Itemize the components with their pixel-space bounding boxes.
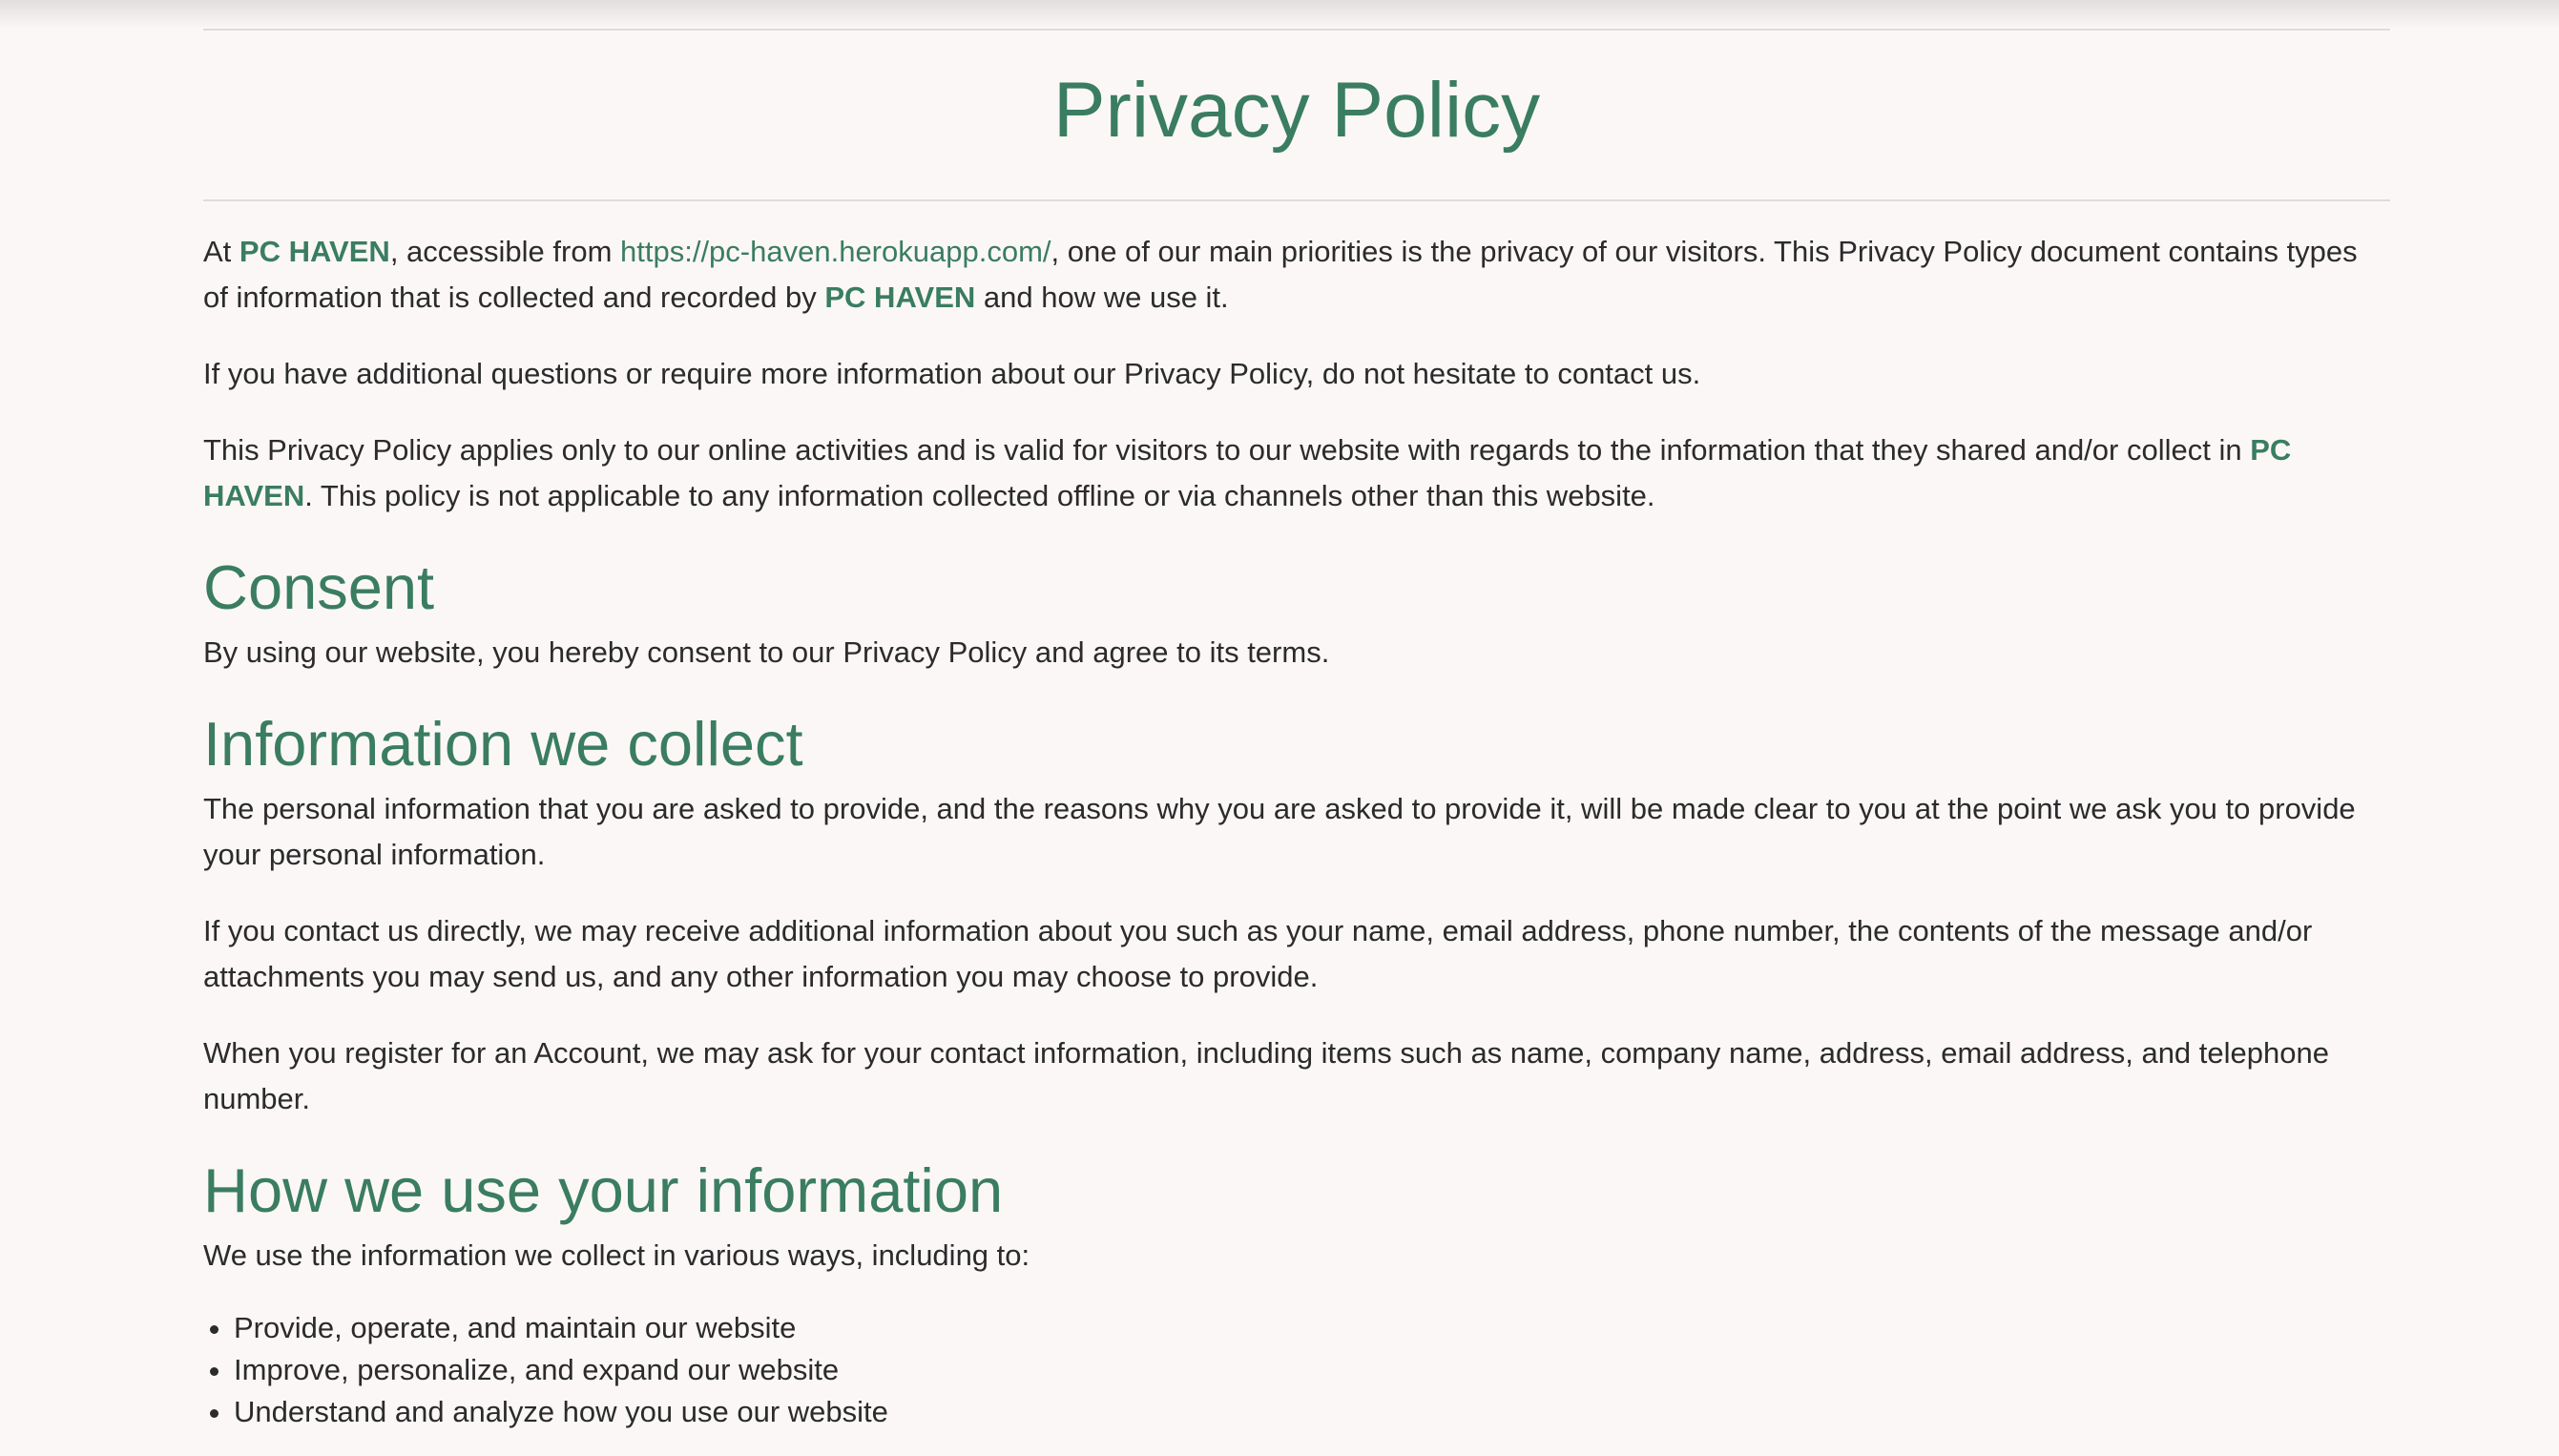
policy-content: At PC HAVEN, accessible from https://pc-… [203,229,2390,1435]
collect-paragraph-3: When you register for an Account, we may… [203,1036,2329,1115]
use-paragraph: We use the information we collect in var… [203,1238,1030,1272]
consent-paragraph: By using our website, you hereby consent… [203,635,1330,669]
top-bar-shadow [0,0,2559,29]
site-url-link[interactable]: https://pc-haven.herokuapp.com/ [620,235,1051,268]
divider-bottom [203,199,2390,201]
intro-text: , accessible from [389,235,621,268]
intro-paragraph-3: This Privacy Policy applies only to our … [203,427,2390,519]
brand-name: PC HAVEN [824,281,976,314]
heading-consent: Consent [203,552,435,622]
list-item: Understand and analyze how you use our w… [234,1393,2390,1431]
list-item: Provide, operate, and maintain our websi… [234,1309,2390,1347]
collect-paragraph-1: The personal information that you are as… [203,792,2356,871]
collect-paragraph-2: If you contact us directly, we may recei… [203,914,2313,993]
intro-paragraph-1: At PC HAVEN, accessible from https://pc-… [203,229,2390,321]
divider-top [203,29,2390,31]
heading-how-we-use: How we use your information [203,1155,1004,1225]
page-title: Privacy Policy [1052,67,1541,154]
brand-name: PC HAVEN [239,235,390,268]
heading-information-we-collect: Information we collect [203,709,803,779]
brand-name-part: HAVEN [203,479,305,512]
list-item: Improve, personalize, and expand our web… [234,1351,2390,1389]
intro-text: and how we use it. [975,281,1229,314]
brand-name-part: PC [2250,433,2292,467]
intro-text: At [203,235,239,268]
intro-paragraph-2: If you have additional questions or requ… [203,357,1701,390]
intro-text: . This policy is not applicable to any i… [304,479,1655,512]
intro-text: This Privacy Policy applies only to our … [203,433,2251,467]
use-list: Provide, operate, and maintain our websi… [203,1309,2390,1431]
